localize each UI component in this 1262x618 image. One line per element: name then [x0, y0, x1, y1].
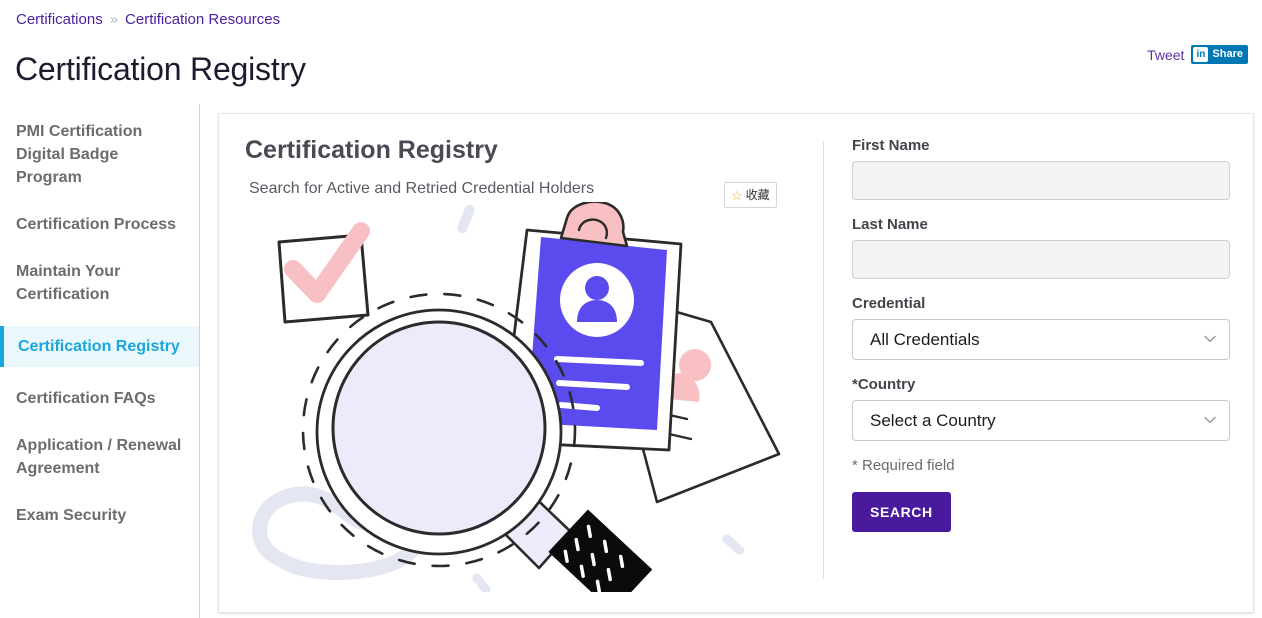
sidebar-item-certification-faqs[interactable]: Certification FAQs: [0, 383, 199, 414]
credential-select[interactable]: All Credentials: [852, 319, 1230, 360]
registry-search-card: Certification Registry Search for Active…: [218, 113, 1254, 613]
credential-line-3: [558, 402, 600, 411]
social-share-group: Tweet in Share: [1147, 45, 1248, 64]
last-name-label: Last Name: [852, 216, 928, 233]
last-name-input[interactable]: [852, 240, 1230, 279]
sidebar-item-exam-security[interactable]: Exam Security: [0, 500, 199, 531]
sidebar-item-certification-registry[interactable]: Certification Registry: [0, 326, 199, 367]
country-select[interactable]: Select a Country: [852, 400, 1230, 441]
magnifier-grip: [548, 509, 653, 612]
credential-label: Credential: [852, 295, 926, 312]
breadcrumb-item-certification-resources[interactable]: Certification Resources: [125, 11, 280, 28]
vertical-divider: [823, 141, 824, 579]
first-name-label: First Name: [852, 137, 930, 154]
breadcrumb-separator-icon: »: [109, 11, 119, 28]
card-subtitle: Search for Active and Retried Credential…: [249, 180, 595, 197]
star-icon: ☆: [731, 187, 743, 203]
sidebar-item-maintain-your-certification[interactable]: Maintain Your Certification: [0, 256, 199, 310]
breadcrumb: Certifications » Certification Resources: [16, 11, 280, 29]
sidebar-nav: PMI Certification Digital Badge Program …: [0, 104, 200, 618]
credential-line-2: [556, 380, 630, 390]
magnifier-lens: [331, 320, 547, 536]
breadcrumb-item-certifications[interactable]: Certifications: [16, 11, 103, 28]
decor-dash-top: [457, 204, 475, 234]
favorite-label: 收藏: [745, 188, 770, 202]
sidebar-item-digital-badge-program[interactable]: PMI Certification Digital Badge Program: [0, 116, 199, 193]
page-root: Certifications » Certification Resources C…: [0, 0, 1262, 618]
required-field-note: * Required field: [852, 457, 955, 474]
country-select-wrapper: Select a Country: [852, 400, 1230, 441]
sidebar-item-application-renewal-agreement[interactable]: Application / Renewal Agreement: [0, 430, 199, 484]
page-title: Certification Registry: [15, 51, 306, 87]
clipboard-clip: [559, 200, 629, 248]
magnifying-glass-credential-search-illustration: [249, 200, 809, 612]
country-label: *Country: [852, 376, 916, 393]
decor-dash-bottom: [472, 573, 491, 595]
card-title: Certification Registry: [245, 136, 498, 164]
linkedin-share-button[interactable]: in Share: [1191, 45, 1248, 64]
registry-search-form: First Name Last Name Credential All Cred…: [852, 136, 1232, 532]
linkedin-icon: in: [1193, 47, 1209, 62]
credential-line-1: [554, 356, 644, 366]
tweet-button[interactable]: Tweet: [1147, 46, 1184, 64]
linkedin-share-label: Share: [1212, 48, 1243, 60]
decor-dash-right: [722, 534, 745, 555]
sidebar-item-certification-process[interactable]: Certification Process: [0, 209, 199, 240]
first-name-input[interactable]: [852, 161, 1230, 200]
credential-avatar-head: [585, 276, 609, 300]
credential-select-wrapper: All Credentials: [852, 319, 1230, 360]
search-button[interactable]: SEARCH: [852, 492, 951, 532]
